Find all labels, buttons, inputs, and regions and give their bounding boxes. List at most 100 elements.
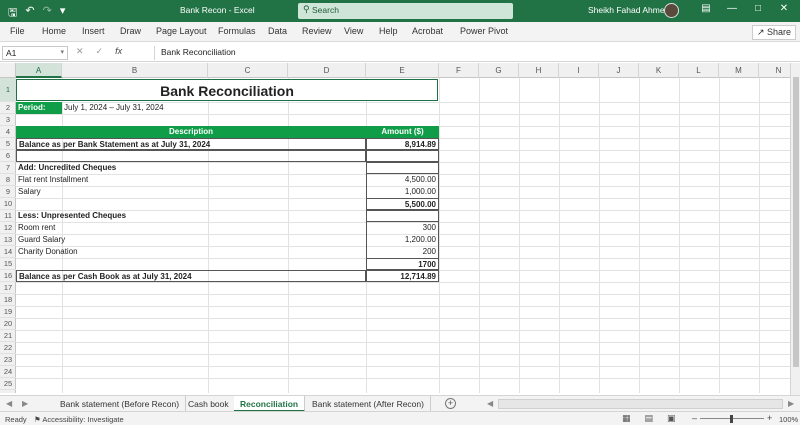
row-header[interactable]: 2 <box>0 102 16 114</box>
amount-cell[interactable]: 8,914.89 <box>366 138 439 150</box>
scroll-right-icon[interactable]: ▶ <box>788 399 794 408</box>
sheet-tab-after-recon[interactable]: Bank statement (After Recon) <box>306 396 431 412</box>
description-cell[interactable]: Room rent <box>16 222 366 234</box>
page-break-view-icon[interactable]: ▣ <box>667 413 676 424</box>
tab-file[interactable]: File <box>10 26 25 36</box>
next-sheet-icon[interactable]: ▶ <box>22 399 28 408</box>
avatar[interactable] <box>664 3 679 18</box>
description-cell[interactable]: Guard Salary <box>16 234 366 246</box>
cells-area[interactable]: Bank Reconciliation Period: July 1, 2024… <box>16 78 790 393</box>
sheet-title-cell[interactable]: Bank Reconciliation <box>16 79 438 101</box>
row-header[interactable]: 25 <box>0 378 16 390</box>
zoom-slider-handle[interactable] <box>730 415 733 423</box>
undo-icon[interactable]: ↶ <box>25 4 34 23</box>
select-all-corner[interactable] <box>0 63 16 78</box>
sheet-tab-before-recon[interactable]: Bank statement (Before Recon) <box>54 396 187 412</box>
amount-cell[interactable]: 1,000.00 <box>366 186 439 198</box>
description-cell[interactable]: Salary <box>16 186 366 198</box>
description-cell[interactable]: Charity Donation <box>16 246 366 258</box>
amount-cell[interactable]: 1,200.00 <box>366 234 439 246</box>
tab-page-layout[interactable]: Page Layout <box>156 26 207 36</box>
description-cell[interactable]: Add: Uncredited Cheques <box>16 162 366 174</box>
subtotal-cell[interactable]: 1700 <box>366 258 439 270</box>
row-header[interactable]: 24 <box>0 366 16 378</box>
share-button[interactable]: ↗ Share <box>752 25 797 40</box>
column-header[interactable]: B <box>62 63 208 78</box>
minimize-icon[interactable]: — <box>722 3 742 14</box>
row-header[interactable]: 15 <box>0 258 16 270</box>
column-header[interactable]: E <box>366 63 439 78</box>
description-header-cell[interactable]: Description <box>16 126 366 138</box>
column-header[interactable]: C <box>208 63 288 78</box>
row-header[interactable]: 17 <box>0 282 16 294</box>
tab-acrobat[interactable]: Acrobat <box>412 26 443 36</box>
row-header[interactable]: 20 <box>0 318 16 330</box>
column-header[interactable]: K <box>639 63 679 78</box>
search-box[interactable]: ⚲ Search <box>298 3 513 19</box>
column-header[interactable]: N <box>759 63 790 78</box>
period-label-cell[interactable]: Period: <box>16 102 62 114</box>
normal-view-icon[interactable]: ▦ <box>622 413 631 424</box>
tab-draw[interactable]: Draw <box>120 26 141 36</box>
ribbon-display-icon[interactable]: ▤ <box>696 3 716 14</box>
amount-cell[interactable]: 200 <box>366 246 439 258</box>
amount-cell[interactable]: 300 <box>366 222 439 234</box>
period-value-cell[interactable]: July 1, 2024 – July 31, 2024 <box>62 102 288 114</box>
worksheet-grid[interactable]: A B C D E F G H I J K L M N 1 2 3 4 5 6 … <box>0 63 790 393</box>
column-header[interactable]: A <box>16 63 62 78</box>
column-header[interactable]: H <box>519 63 559 78</box>
row-header[interactable]: 21 <box>0 330 16 342</box>
row-header[interactable]: 18 <box>0 294 16 306</box>
tab-data[interactable]: Data <box>268 26 287 36</box>
amount-cell[interactable]: 4,500.00 <box>366 174 439 186</box>
page-layout-view-icon[interactable]: ▤ <box>645 413 654 424</box>
amount-cell[interactable] <box>366 150 439 162</box>
description-cell[interactable]: Flat rent Installment <box>16 174 366 186</box>
row-header[interactable]: 10 <box>0 198 16 210</box>
row-header[interactable]: 8 <box>0 174 16 186</box>
row-header[interactable]: 14 <box>0 246 16 258</box>
column-header[interactable]: M <box>719 63 759 78</box>
chevron-down-icon[interactable]: ▾ <box>60 48 64 56</box>
column-header[interactable]: D <box>288 63 366 78</box>
tab-help[interactable]: Help <box>379 26 398 36</box>
tab-review[interactable]: Review <box>302 26 332 36</box>
tab-power-pivot[interactable]: Power Pivot <box>460 26 508 36</box>
maximize-icon[interactable]: □ <box>748 3 768 14</box>
tab-formulas[interactable]: Formulas <box>218 26 256 36</box>
row-header[interactable]: 22 <box>0 342 16 354</box>
horizontal-scrollbar[interactable] <box>498 399 783 409</box>
column-header[interactable]: G <box>479 63 519 78</box>
row-header[interactable]: 11 <box>0 210 16 222</box>
description-cell[interactable] <box>16 150 366 162</box>
insert-function-icon[interactable]: fx <box>115 46 122 57</box>
description-cell[interactable]: Balance as per Cash Book as at July 31, … <box>16 270 366 282</box>
total-cell[interactable]: 12,714.89 <box>366 270 439 282</box>
sheet-tab-cash-book[interactable]: Cash book <box>182 396 236 412</box>
sheet-tab-reconciliation[interactable]: Reconciliation <box>234 396 306 412</box>
tab-view[interactable]: View <box>344 26 363 36</box>
row-header[interactable]: 9 <box>0 186 16 198</box>
enter-icon[interactable]: ✓ <box>96 46 104 57</box>
row-header[interactable]: 4 <box>0 126 16 138</box>
row-header[interactable]: 5 <box>0 138 16 150</box>
amount-cell[interactable] <box>366 162 439 174</box>
vertical-scrollbar[interactable] <box>790 63 800 395</box>
redo-icon[interactable]: ↷ <box>43 4 52 23</box>
scroll-left-icon[interactable]: ◀ <box>487 399 493 408</box>
formula-input[interactable]: Bank Reconciliation <box>154 46 798 60</box>
zoom-in-icon[interactable]: + <box>767 413 772 423</box>
customize-icon[interactable]: ▾ <box>60 4 66 23</box>
row-header[interactable]: 13 <box>0 234 16 246</box>
close-icon[interactable]: ✕ <box>774 3 794 14</box>
amount-cell[interactable] <box>366 210 439 222</box>
description-cell[interactable]: Balance as per Bank Statement as at July… <box>16 138 366 150</box>
row-header[interactable]: 23 <box>0 354 16 366</box>
column-header[interactable]: F <box>439 63 479 78</box>
row-header[interactable]: 12 <box>0 222 16 234</box>
row-header[interactable]: 19 <box>0 306 16 318</box>
accessibility-status[interactable]: ⚑ Accessibility: Investigate <box>34 415 124 424</box>
row-header[interactable]: 16 <box>0 270 16 282</box>
name-box[interactable]: A1 ▾ <box>2 46 68 60</box>
column-header[interactable]: L <box>679 63 719 78</box>
